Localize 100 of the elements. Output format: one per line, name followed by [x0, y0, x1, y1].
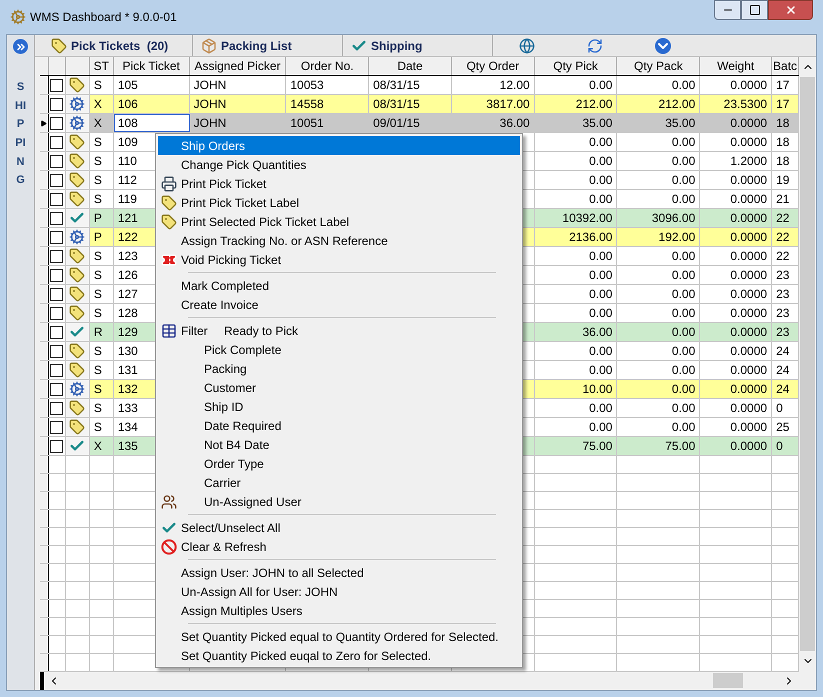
- table-cell: 121: [118, 211, 138, 225]
- table-cell: 0.00: [589, 306, 612, 320]
- table-cell: 0.00: [589, 249, 612, 263]
- table-cell: 128: [118, 306, 138, 320]
- table-cell: 17: [776, 97, 790, 111]
- table-cell: 127: [118, 287, 138, 301]
- table-cell: 23: [776, 306, 790, 320]
- table-cell: 36.00: [582, 325, 612, 339]
- table-cell: 24: [776, 363, 790, 377]
- table-cell: 0.00: [589, 287, 612, 301]
- table-cell: 0.00: [589, 344, 612, 358]
- table-cell: 10.00: [582, 382, 612, 396]
- table-cell: 75.00: [665, 439, 696, 453]
- table-cell: 23: [776, 325, 790, 339]
- table-cell: 08/31/15: [373, 97, 420, 111]
- table-cell: S: [94, 287, 102, 301]
- table-cell: 35.00: [665, 116, 696, 130]
- table-cell: 122: [118, 230, 138, 244]
- table-cell: 36.00: [500, 116, 530, 130]
- table-cell: 133: [118, 401, 138, 415]
- table-cell: 130: [118, 344, 138, 358]
- table-cell: 3817.00: [486, 97, 530, 111]
- table-cell: 105: [118, 78, 138, 92]
- table-cell: 18: [776, 116, 790, 130]
- table-cell: S: [94, 192, 102, 206]
- table-cell: JOHN: [194, 116, 226, 130]
- table-cell: 0.0000: [730, 173, 768, 187]
- table-cell: 08/31/15: [373, 78, 420, 92]
- table-cell: 0.00: [589, 401, 612, 415]
- table-cell: 0.0000: [730, 249, 768, 263]
- table-cell: S: [94, 382, 102, 396]
- table-cell: 192.00: [658, 230, 696, 244]
- table-cell: 0.00: [672, 287, 696, 301]
- table-cell: P: [94, 230, 102, 244]
- table-cell: 23: [776, 268, 790, 282]
- table-cell: 0.00: [589, 78, 612, 92]
- table-cell: 0.00: [672, 420, 696, 434]
- table-cell: 0.0000: [730, 78, 768, 92]
- table-cell: 0.0000: [730, 135, 768, 149]
- table-cell: 25: [776, 420, 790, 434]
- table-cell: R: [94, 325, 103, 339]
- table-cell: 0.00: [672, 382, 696, 396]
- table-cell: 22: [776, 211, 790, 225]
- table-cell: 0.0000: [730, 420, 768, 434]
- table-cell: 0.00: [672, 249, 696, 263]
- table-cell: 0.00: [672, 135, 696, 149]
- sidebar-label: SHIPPING: [14, 80, 27, 188]
- table-cell: 0: [776, 401, 783, 415]
- table-cell: X: [94, 97, 102, 111]
- table-cell: 10051: [290, 116, 324, 130]
- table-cell: 0.00: [672, 363, 696, 377]
- table-cell: 23.5300: [724, 97, 768, 111]
- table-cell: 134: [118, 420, 138, 434]
- table-cell: S: [94, 173, 102, 187]
- table-cell: S: [94, 363, 102, 377]
- table-cell: 0.0000: [730, 116, 768, 130]
- table-cell: 24: [776, 344, 790, 358]
- menu-label: Ready to Pick: [224, 322, 298, 340]
- table-cell: JOHN: [194, 97, 226, 111]
- table-cell: 0.00: [589, 192, 612, 206]
- table-cell: 22: [776, 230, 790, 244]
- table-cell: 10053: [290, 78, 324, 92]
- table-cell: 135: [118, 439, 138, 453]
- table-cell: 0.00: [589, 135, 612, 149]
- table-cell: 0.00: [672, 325, 696, 339]
- table-cell: 22: [776, 249, 790, 263]
- table-cell: 0.00: [589, 363, 612, 377]
- table-cell: 110: [118, 154, 137, 168]
- table-cell: S: [94, 344, 102, 358]
- table-cell: 12.00: [500, 78, 530, 92]
- table-cell: 24: [776, 382, 790, 396]
- table-cell: 14558: [290, 97, 324, 111]
- table-cell: 2136.00: [569, 230, 612, 244]
- table-cell: X: [94, 439, 102, 453]
- table-cell: 0.00: [589, 420, 612, 434]
- table-cell: 1.2000: [730, 154, 768, 168]
- table-cell: 123: [118, 249, 138, 263]
- table-cell: 0.0000: [730, 363, 768, 377]
- table-cell: 108: [118, 116, 138, 130]
- table-cell: S: [94, 420, 102, 434]
- table-cell: 0.00: [672, 154, 696, 168]
- table-cell: 0.00: [589, 268, 612, 282]
- table-cell: 212.00: [658, 97, 696, 111]
- table-cell: S: [94, 78, 102, 92]
- table-cell: 0.0000: [730, 192, 768, 206]
- table-cell: 0.0000: [730, 268, 768, 282]
- window-title: WMS Dashboard * 9.0.0-01: [30, 9, 178, 26]
- table-cell: 119: [118, 192, 137, 206]
- table-cell: 0.00: [672, 268, 696, 282]
- table-cell: 0.0000: [730, 306, 768, 320]
- table-cell: S: [94, 306, 102, 320]
- table-cell: 132: [118, 382, 138, 396]
- table-cell: 109: [118, 135, 138, 149]
- table-cell: 0.00: [672, 78, 696, 92]
- table-cell: 0.0000: [730, 211, 768, 225]
- table-cell: 0.00: [672, 192, 696, 206]
- table-cell: 212.00: [576, 97, 612, 111]
- table-cell: 131: [118, 363, 138, 377]
- table-cell: 112: [118, 173, 137, 187]
- table-cell: S: [94, 268, 102, 282]
